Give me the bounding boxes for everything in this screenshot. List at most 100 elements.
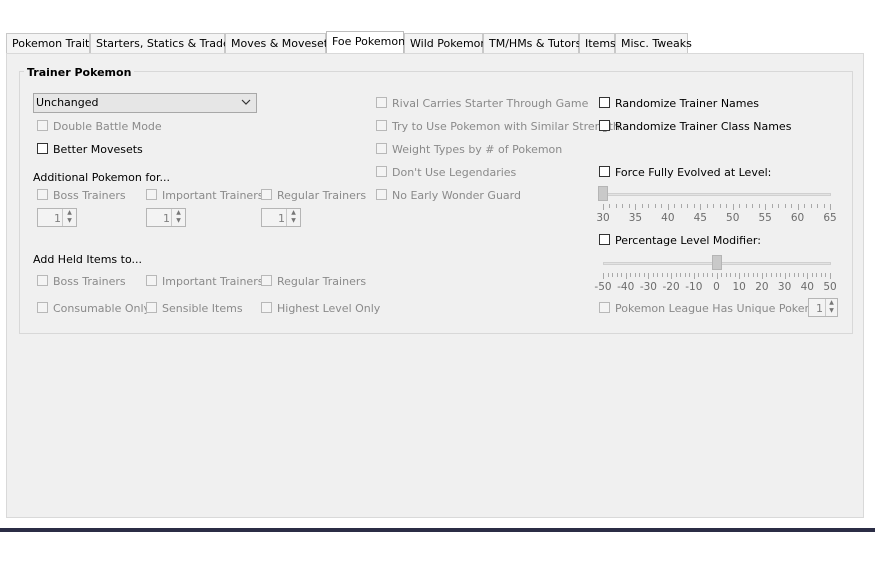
slider-tick: [607, 273, 609, 277]
rival-starter-checkbox[interactable]: [376, 97, 387, 108]
slider-tick: [693, 273, 695, 279]
force-evolved-checkbox[interactable]: [599, 166, 610, 177]
slider-tick: [745, 204, 747, 208]
held-items-header: Add Held Items to...: [33, 253, 142, 266]
slider-tick: [817, 204, 819, 208]
tab-pokemon-traits[interactable]: Pokemon Traits: [6, 33, 95, 53]
tab-tm-hms-tutors[interactable]: TM/HMs & Tutors: [483, 33, 581, 53]
tab-starters-statics-trades[interactable]: Starters, Statics & Trades: [90, 33, 236, 53]
slider-thumb[interactable]: [598, 186, 608, 201]
slider-tick: [721, 273, 723, 277]
slider-tick: [707, 273, 709, 277]
slider-tick: [662, 273, 664, 277]
slider-tick-label: 0: [713, 281, 720, 293]
additional-regular-spinner[interactable]: 1 ▲ ▼: [261, 208, 301, 227]
slider-tick: [771, 204, 773, 208]
additional-important-label: Important Trainers: [162, 189, 264, 202]
group-title: Trainer Pokemon: [24, 66, 135, 79]
additional-boss-spinner[interactable]: 1 ▲ ▼: [37, 208, 77, 227]
slider-tick: [661, 204, 663, 208]
league-unique-spinner[interactable]: 1 ▲ ▼: [808, 298, 838, 317]
slider-tick: [765, 204, 767, 210]
slider-tick: [784, 273, 786, 279]
no-wonder-guard-checkbox[interactable]: [376, 189, 387, 200]
slider-tick-label: 65: [823, 212, 837, 224]
slider-tick: [698, 273, 700, 277]
slider-tick-label: 20: [755, 281, 769, 293]
slider-tick: [675, 273, 677, 277]
similar-strength-label: Try to Use Pokemon with Similar Strength: [392, 120, 620, 133]
tab-misc-tweaks[interactable]: Misc. Tweaks: [615, 33, 692, 53]
no-legendaries-checkbox[interactable]: [376, 166, 387, 177]
held-important-label: Important Trainers: [162, 275, 264, 288]
slider-tick: [702, 273, 704, 277]
slider-tick: [823, 204, 825, 208]
slider-tick: [757, 273, 759, 277]
percentage-level-modifier-checkbox[interactable]: [599, 234, 610, 245]
additional-boss-checkbox[interactable]: [37, 189, 48, 200]
additional-important-spinner[interactable]: 1 ▲ ▼: [146, 208, 186, 227]
slider-tick: [791, 204, 793, 208]
slider-tick: [634, 273, 636, 277]
no-legendaries-label: Don't Use Legendaries: [392, 166, 517, 179]
force-evolved-level-slider[interactable]: 30 35 40 45 50 55 60 65: [596, 183, 837, 227]
slider-tick-label: -40: [617, 281, 635, 293]
tab-items[interactable]: Items: [579, 33, 616, 53]
slider-tick: [752, 273, 754, 277]
slider-tick: [734, 273, 736, 277]
held-regular-checkbox[interactable]: [261, 275, 272, 286]
additional-important-checkbox[interactable]: [146, 189, 157, 200]
tab-moves-movesets[interactable]: Moves & Movesets: [225, 33, 334, 53]
similar-strength-checkbox[interactable]: [376, 120, 387, 131]
held-boss-checkbox[interactable]: [37, 275, 48, 286]
spinner-value: 1: [54, 212, 61, 225]
weight-types-checkbox[interactable]: [376, 143, 387, 154]
slider-tick: [719, 204, 721, 208]
slider-tick: [713, 204, 715, 208]
slider-tick: [739, 273, 741, 279]
sensible-items-checkbox[interactable]: [146, 302, 157, 313]
slider-tick: [716, 273, 718, 279]
consumable-only-checkbox[interactable]: [37, 302, 48, 313]
percentage-level-slider[interactable]: -50 -40 -30 -20 -10 0 10 20 30 40 50: [594, 252, 837, 296]
highest-level-only-checkbox[interactable]: [261, 302, 272, 313]
slider-tick: [743, 273, 745, 277]
league-unique-label: Pokemon League Has Unique Pokemon:: [615, 302, 833, 315]
slider-tick: [820, 273, 822, 277]
slider-tick: [625, 273, 627, 279]
tab-foe-pokemon[interactable]: Foe Pokemon: [326, 31, 405, 54]
league-unique-checkbox[interactable]: [599, 302, 610, 313]
slider-tick: [780, 273, 782, 277]
better-movesets-checkbox[interactable]: [37, 143, 48, 154]
slider-tick: [730, 273, 732, 277]
slider-tick: [615, 204, 617, 208]
additional-regular-label: Regular Trainers: [277, 189, 367, 202]
slider-tick: [726, 204, 728, 208]
slider-tick: [775, 273, 777, 277]
slider-tick: [825, 273, 827, 277]
spinner-arrows-icon[interactable]: ▲ ▼: [825, 299, 837, 316]
slider-tick: [725, 273, 727, 277]
slider-tick-label: 30: [596, 212, 610, 224]
slider-tick: [680, 273, 682, 277]
randomize-trainer-names-label: Randomize Trainer Names: [615, 97, 759, 110]
spinner-arrows-icon[interactable]: ▲ ▼: [286, 209, 300, 226]
randomize-class-names-checkbox[interactable]: [599, 120, 610, 131]
tab-wild-pokemon[interactable]: Wild Pokemon: [404, 33, 487, 53]
slider-tick: [758, 204, 760, 208]
double-battle-checkbox[interactable]: [37, 120, 48, 131]
slider-thumb[interactable]: [711, 255, 722, 270]
randomize-trainer-names-checkbox[interactable]: [599, 97, 610, 108]
spinner-arrows-icon[interactable]: ▲ ▼: [62, 209, 76, 226]
additional-regular-checkbox[interactable]: [261, 189, 272, 200]
spinner-value: 1: [278, 212, 285, 225]
rival-starter-label: Rival Carries Starter Through Game: [392, 97, 589, 110]
slider-track: [603, 193, 831, 196]
slider-tick-label: 55: [758, 212, 772, 224]
slider-tick-label: -20: [662, 281, 680, 293]
held-important-checkbox[interactable]: [146, 275, 157, 286]
slider-tick: [648, 204, 650, 208]
slider-tick: [804, 204, 806, 208]
slider-tick: [684, 273, 686, 277]
spinner-arrows-icon[interactable]: ▲ ▼: [171, 209, 185, 226]
